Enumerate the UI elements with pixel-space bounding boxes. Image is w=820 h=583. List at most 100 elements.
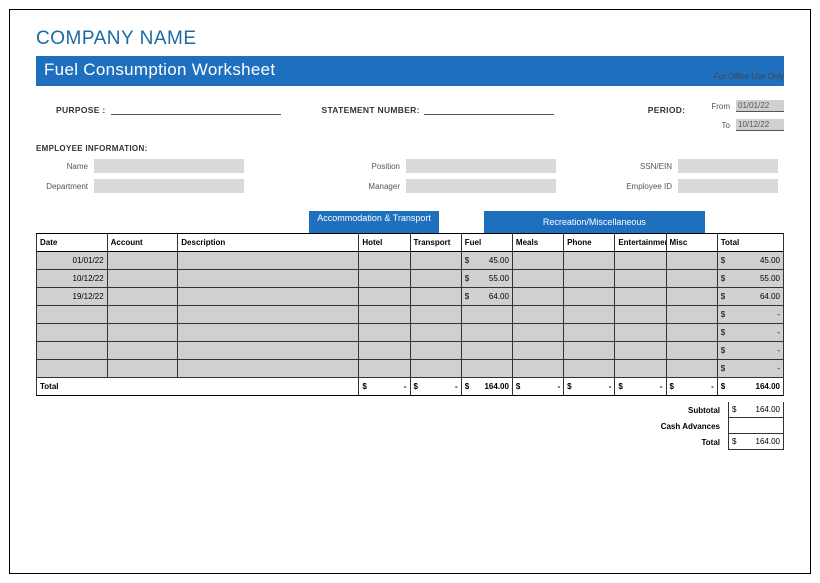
table-cell[interactable] (410, 270, 461, 288)
table-cell[interactable] (37, 324, 108, 342)
grand-total-label: Total (701, 438, 720, 447)
subtotal-value: $164.00 (728, 402, 784, 418)
table-cell[interactable] (178, 306, 359, 324)
table-cell[interactable] (178, 270, 359, 288)
totals-label: Total (37, 378, 359, 396)
table-cell[interactable]: $45.00 (461, 252, 512, 270)
table-cell[interactable] (666, 288, 717, 306)
table-cell[interactable]: $- (717, 306, 783, 324)
table-cell[interactable]: $55.00 (461, 270, 512, 288)
position-field[interactable] (406, 159, 556, 173)
table-cell[interactable] (564, 342, 615, 360)
table-cell[interactable] (512, 288, 563, 306)
statement-number-field[interactable] (424, 105, 554, 115)
table-cell[interactable]: $45.00 (717, 252, 783, 270)
table-cell[interactable] (410, 342, 461, 360)
table-cell[interactable] (461, 342, 512, 360)
table-cell[interactable] (359, 342, 410, 360)
table-cell[interactable]: $- (717, 360, 783, 378)
table-cell[interactable] (666, 306, 717, 324)
employee-id-label: Employee ID (616, 182, 678, 191)
table-cell[interactable] (564, 306, 615, 324)
table-cell[interactable] (37, 342, 108, 360)
name-field[interactable] (94, 159, 244, 173)
table-cell[interactable] (178, 288, 359, 306)
manager-field[interactable] (406, 179, 556, 193)
cash-advances-value[interactable] (728, 418, 784, 434)
table-cell[interactable] (359, 360, 410, 378)
table-cell[interactable] (666, 270, 717, 288)
company-name: COMPANY NAME (36, 28, 784, 50)
period-to-label: To (722, 121, 730, 130)
table-cell[interactable] (615, 288, 666, 306)
table-cell[interactable]: 01/01/22 (37, 252, 108, 270)
table-cell[interactable] (615, 306, 666, 324)
table-cell[interactable]: $- (717, 342, 783, 360)
table-cell[interactable]: $55.00 (717, 270, 783, 288)
table-cell[interactable] (178, 252, 359, 270)
table-cell[interactable] (666, 360, 717, 378)
table-cell[interactable] (461, 324, 512, 342)
table-cell[interactable]: 10/12/22 (37, 270, 108, 288)
table-cell[interactable] (178, 342, 359, 360)
table-cell[interactable] (359, 288, 410, 306)
table-cell[interactable] (512, 342, 563, 360)
table-cell[interactable] (410, 306, 461, 324)
table-cell[interactable] (107, 360, 178, 378)
table-cell[interactable] (564, 324, 615, 342)
table-cell[interactable] (666, 324, 717, 342)
table-cell[interactable] (37, 360, 108, 378)
table-cell[interactable] (107, 252, 178, 270)
ssn-field[interactable] (678, 159, 778, 173)
table-cell[interactable] (410, 360, 461, 378)
table-cell[interactable]: $64.00 (461, 288, 512, 306)
table-cell[interactable] (359, 270, 410, 288)
table-cell[interactable] (359, 306, 410, 324)
table-cell[interactable] (564, 270, 615, 288)
table-cell[interactable] (461, 360, 512, 378)
table-cell[interactable] (410, 288, 461, 306)
col-account: Account (107, 234, 178, 252)
employee-id-field[interactable] (678, 179, 778, 193)
period-to-value[interactable]: 10/12/22 (736, 119, 784, 131)
table-cell[interactable]: $- (717, 324, 783, 342)
table-cell[interactable] (615, 342, 666, 360)
table-cell[interactable]: 19/12/22 (37, 288, 108, 306)
table-cell[interactable] (178, 324, 359, 342)
purpose-field[interactable] (111, 105, 281, 115)
worksheet-title-bar: Fuel Consumption Worksheet (36, 56, 784, 86)
table-cell[interactable] (666, 252, 717, 270)
table-cell[interactable] (107, 324, 178, 342)
table-cell[interactable] (564, 252, 615, 270)
period-from-value[interactable]: 01/01/22 (736, 100, 784, 112)
table-cell[interactable] (512, 252, 563, 270)
table-cell[interactable] (37, 306, 108, 324)
table-cell[interactable] (512, 270, 563, 288)
table-cell[interactable] (615, 252, 666, 270)
table-cell[interactable] (615, 324, 666, 342)
table-cell[interactable] (564, 288, 615, 306)
table-cell[interactable] (410, 252, 461, 270)
table-cell[interactable] (512, 306, 563, 324)
summary-block: Subtotal $164.00 Cash Advances Total $16… (36, 402, 784, 450)
table-cell[interactable] (615, 270, 666, 288)
table-cell[interactable] (461, 306, 512, 324)
table-cell[interactable] (107, 342, 178, 360)
table-cell[interactable] (410, 324, 461, 342)
totals-meals: $- (512, 378, 563, 396)
table-cell[interactable] (512, 324, 563, 342)
department-field[interactable] (94, 179, 244, 193)
table-cell[interactable] (107, 288, 178, 306)
table-cell[interactable] (666, 342, 717, 360)
table-header-row: Date Account Description Hotel Transport… (37, 234, 784, 252)
table-cell[interactable] (359, 252, 410, 270)
table-cell[interactable] (178, 360, 359, 378)
table-cell[interactable] (615, 360, 666, 378)
office-use-only-label: For Office Use Only (714, 72, 784, 81)
table-cell[interactable]: $64.00 (717, 288, 783, 306)
table-cell[interactable] (107, 306, 178, 324)
table-cell[interactable] (564, 360, 615, 378)
table-cell[interactable] (359, 324, 410, 342)
table-cell[interactable] (512, 360, 563, 378)
table-cell[interactable] (107, 270, 178, 288)
